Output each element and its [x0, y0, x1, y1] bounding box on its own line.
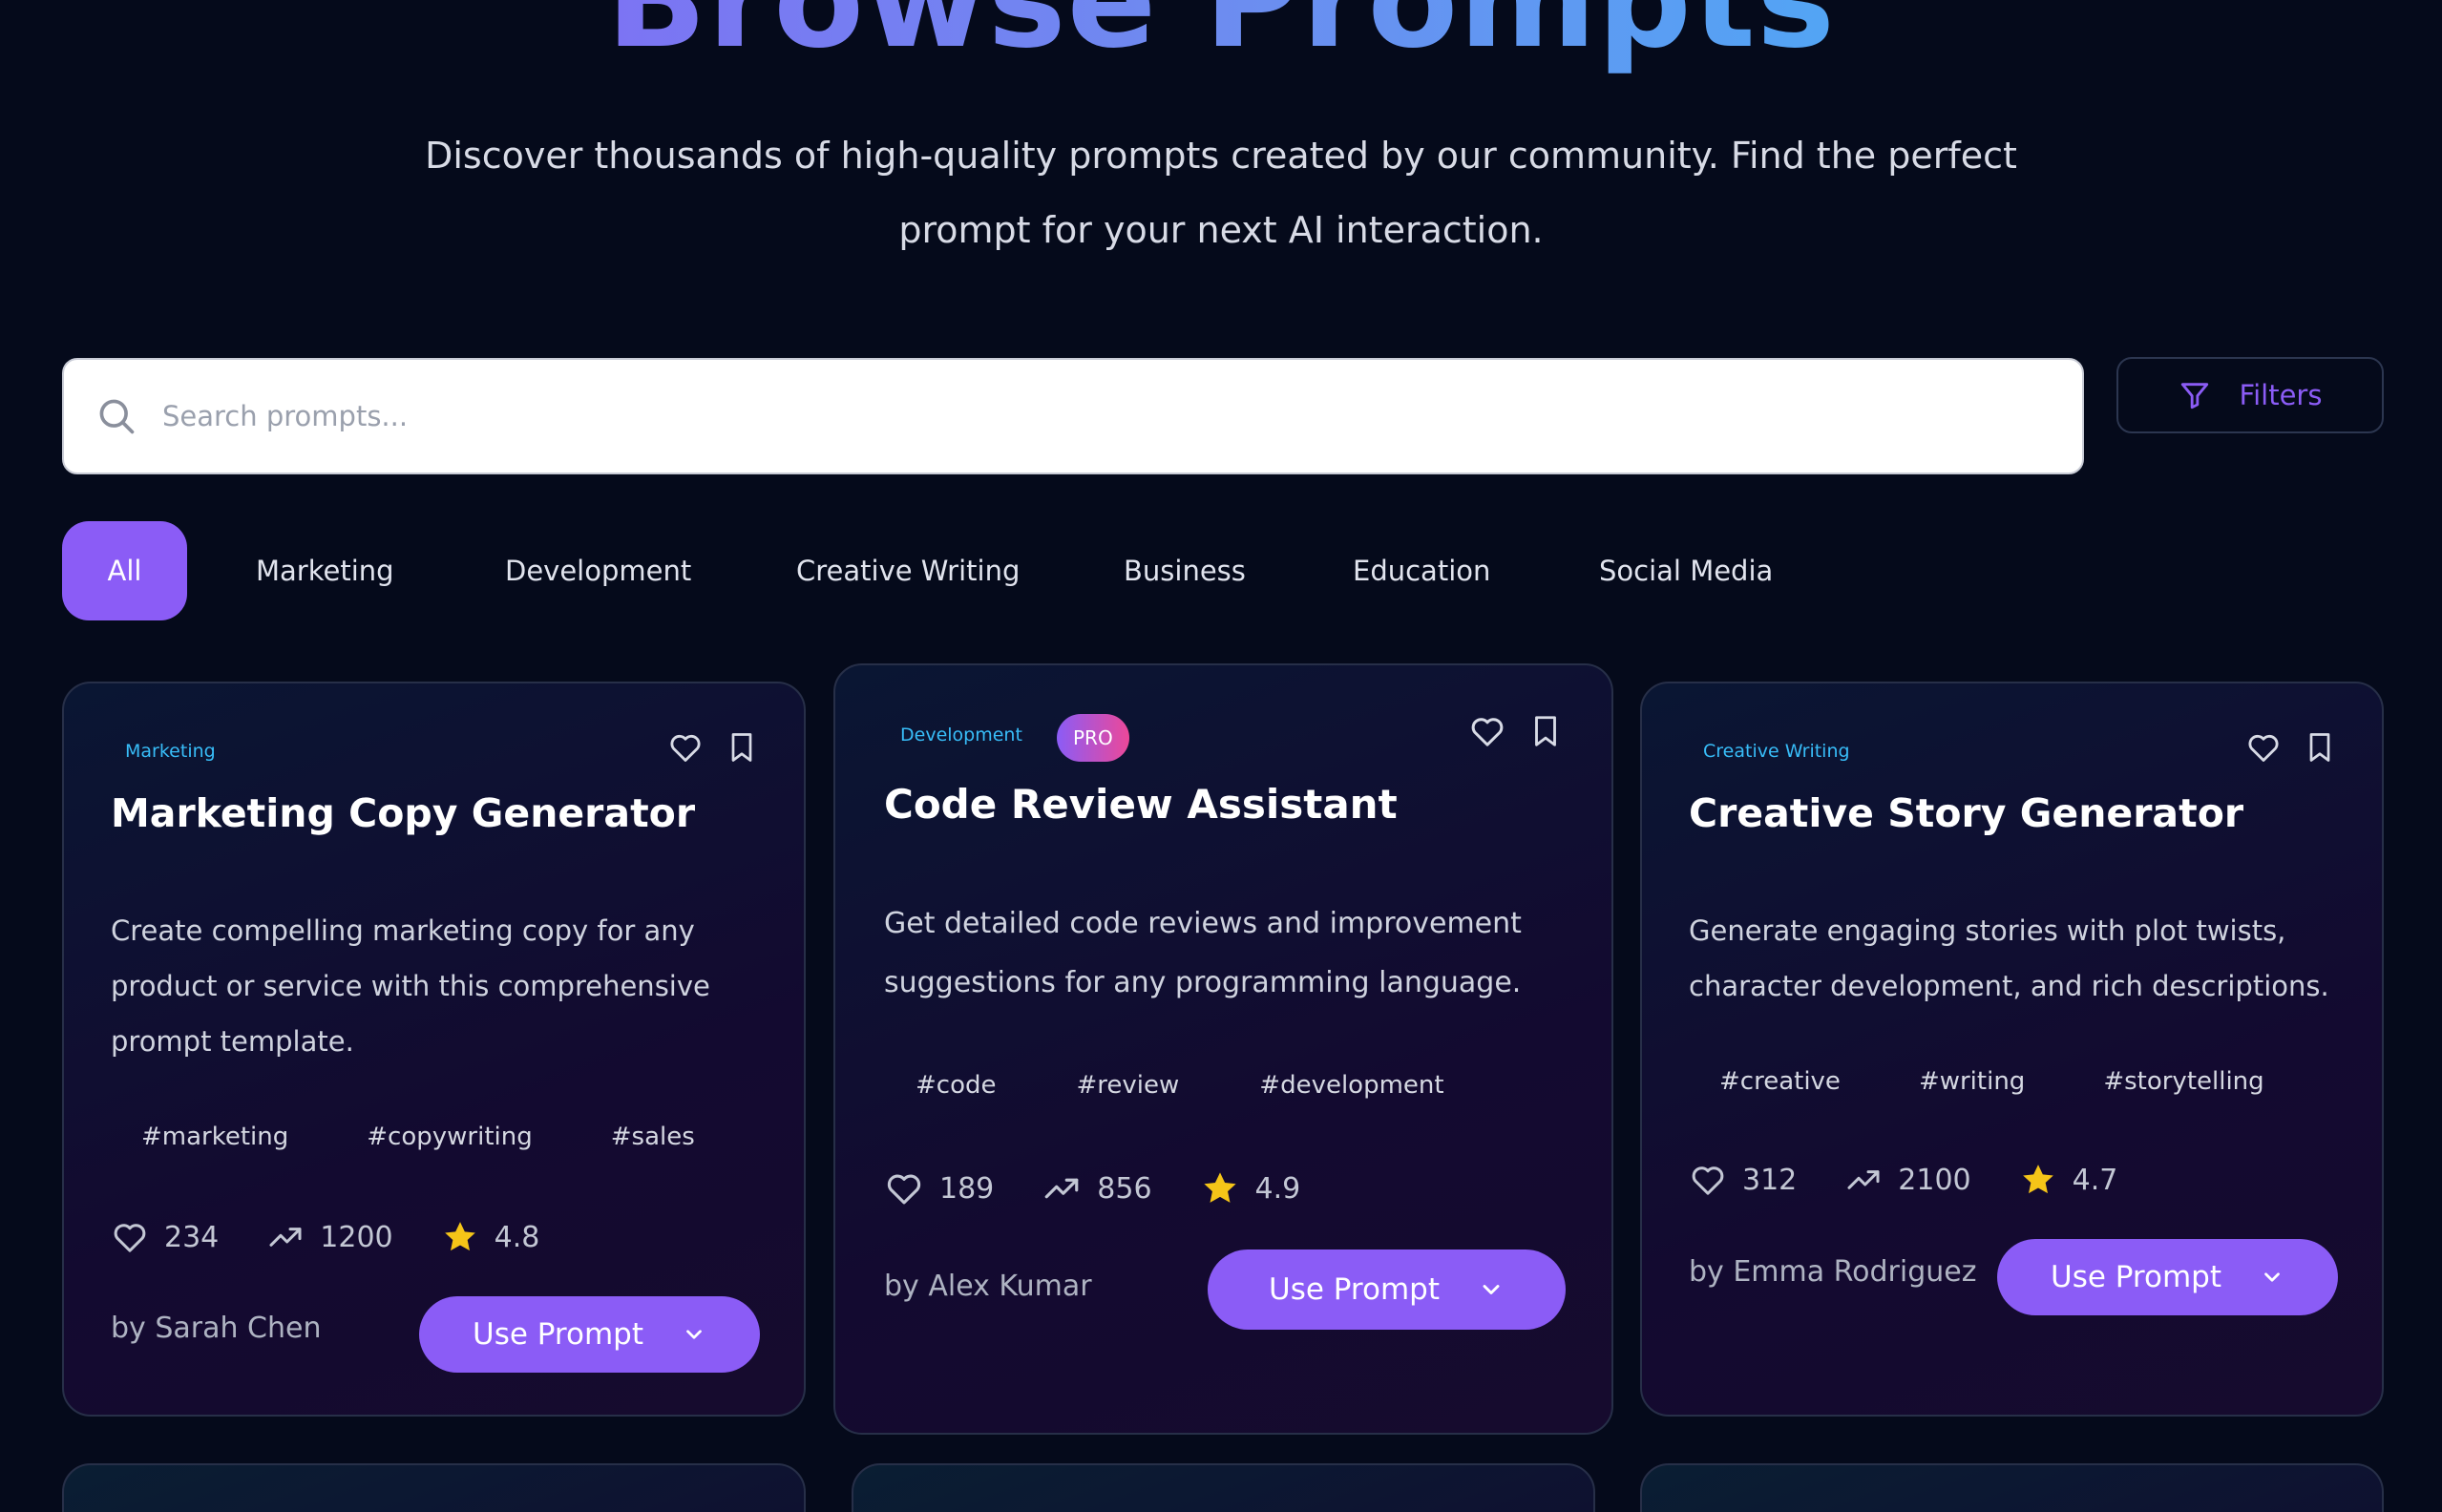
- likes-count: 312: [1742, 1163, 1798, 1197]
- author: by Alex Kumar: [884, 1270, 1092, 1303]
- tag[interactable]: #writing: [1871, 1067, 2055, 1096]
- tag[interactable]: #code: [835, 1071, 1027, 1100]
- chevron-down-icon: [2264, 1272, 2280, 1282]
- tag[interactable]: #creative: [1642, 1067, 1871, 1096]
- card-description: Get detailed code reviews and improvemen…: [884, 907, 1522, 999]
- star-icon: [2022, 1165, 2053, 1194]
- tag[interactable]: #review: [1027, 1071, 1210, 1100]
- category-pill: Marketing: [125, 741, 216, 762]
- use-prompt-button[interactable]: Use Prompt: [419, 1296, 760, 1373]
- uses-count: 2100: [1898, 1163, 1971, 1197]
- search-input[interactable]: [162, 400, 1976, 432]
- tag[interactable]: #marketing: [64, 1123, 319, 1151]
- tab-social-media[interactable]: Social Media: [1599, 521, 1773, 620]
- tab-creative-writing[interactable]: Creative Writing: [796, 521, 1020, 620]
- star-icon: [444, 1222, 475, 1251]
- bookmark-icon[interactable]: [2303, 730, 2337, 765]
- tab-all[interactable]: All: [62, 521, 187, 620]
- filters-button[interactable]: Filters: [2116, 357, 2384, 433]
- prompt-card[interactable]: Creative Writing Creative Story Generato…: [1640, 682, 2384, 1417]
- heart-icon[interactable]: [2245, 729, 2282, 766]
- page-subtitle: Discover thousands of high-quality promp…: [425, 135, 2017, 251]
- bookmark-icon[interactable]: [1527, 713, 1564, 749]
- heart-icon[interactable]: [884, 1168, 924, 1208]
- author: by Sarah Chen: [111, 1312, 322, 1345]
- bookmark-icon[interactable]: [725, 730, 759, 765]
- use-prompt-label: Use Prompt: [1269, 1272, 1440, 1307]
- rating: 4.7: [2072, 1163, 2118, 1197]
- use-prompt-button[interactable]: Use Prompt: [1208, 1250, 1566, 1330]
- chevron-down-icon: [686, 1330, 702, 1339]
- tag[interactable]: #development: [1210, 1071, 1474, 1100]
- rating: 4.8: [494, 1220, 540, 1254]
- category-pill: Creative Writing: [1703, 741, 1850, 762]
- likes-count: 234: [164, 1220, 220, 1254]
- trending-up-icon: [1044, 1178, 1079, 1199]
- card-title: Code Review Assistant: [884, 781, 1398, 828]
- search-bar[interactable]: [62, 358, 2084, 474]
- prompt-card-partial[interactable]: [1640, 1463, 2384, 1512]
- tag[interactable]: #sales: [563, 1123, 726, 1151]
- tab-marketing[interactable]: Marketing: [256, 521, 394, 620]
- category-pill: Development: [900, 724, 1022, 746]
- filter-icon: [2180, 383, 2208, 410]
- heart-icon[interactable]: [667, 729, 704, 766]
- pro-badge: PRO: [1057, 714, 1129, 762]
- card-title: Marketing Copy Generator: [111, 790, 696, 836]
- search-icon: [99, 399, 135, 434]
- card-description: Create compelling marketing copy for any…: [111, 914, 710, 1058]
- prompt-card-partial[interactable]: [852, 1463, 1595, 1512]
- use-prompt-label: Use Prompt: [2051, 1260, 2221, 1294]
- author: by Emma Rodriguez: [1689, 1255, 1977, 1289]
- prompt-card-partial[interactable]: [62, 1463, 806, 1512]
- filters-label: Filters: [2239, 379, 2323, 411]
- likes-count: 189: [939, 1171, 995, 1206]
- heart-icon[interactable]: [1468, 712, 1506, 750]
- uses-count: 856: [1097, 1171, 1152, 1206]
- card-description: Generate engaging stories with plot twis…: [1689, 914, 2329, 1002]
- tag[interactable]: #copywriting: [319, 1123, 562, 1151]
- uses-count: 1200: [320, 1220, 393, 1254]
- card-title: Creative Story Generator: [1689, 790, 2244, 836]
- star-icon: [1203, 1172, 1236, 1203]
- rating: 4.9: [1254, 1171, 1301, 1206]
- tab-business[interactable]: Business: [1124, 521, 1246, 620]
- use-prompt-button[interactable]: Use Prompt: [1997, 1239, 2338, 1315]
- chevron-down-icon: [1483, 1285, 1500, 1294]
- prompt-card[interactable]: Development PRO Code Review Assistant Ge…: [833, 663, 1613, 1435]
- use-prompt-label: Use Prompt: [473, 1317, 643, 1352]
- trending-up-icon: [269, 1228, 302, 1247]
- prompt-card[interactable]: Marketing Marketing Copy Generator Creat…: [62, 682, 806, 1417]
- heart-icon[interactable]: [111, 1218, 149, 1256]
- tab-education[interactable]: Education: [1353, 521, 1490, 620]
- heart-icon[interactable]: [1689, 1161, 1727, 1199]
- page-title: Browse Prompts: [0, 0, 2442, 80]
- tab-development[interactable]: Development: [505, 521, 691, 620]
- trending-up-icon: [1847, 1170, 1880, 1189]
- tag[interactable]: #storytelling: [2055, 1067, 2294, 1096]
